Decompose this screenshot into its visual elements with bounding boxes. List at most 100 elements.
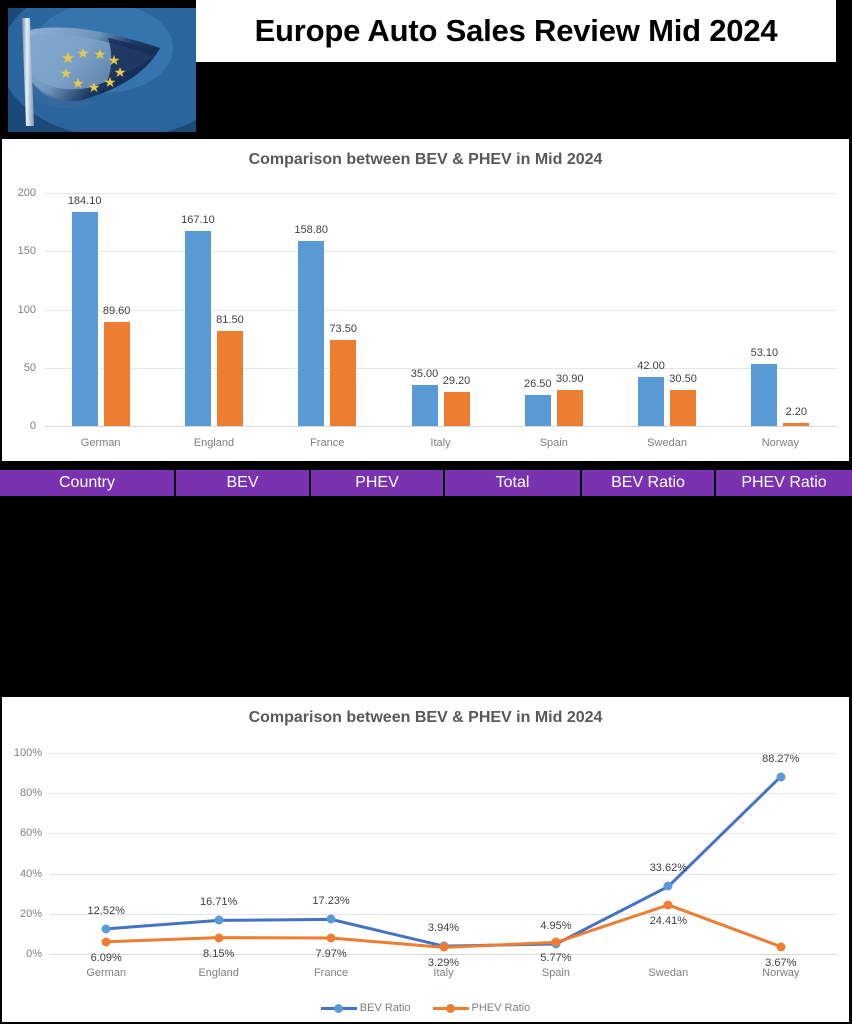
bar-y-tick-label: 50 <box>23 361 36 374</box>
line-chart-series-svg <box>106 775 782 949</box>
line-data-point-phev-ratio-norway[interactable] <box>776 942 786 952</box>
line-data-point-bev-ratio-england[interactable] <box>214 915 224 925</box>
legend-marker-icon <box>320 1003 357 1013</box>
line-value-label: 33.62% <box>649 862 687 875</box>
bar-y-tick-label: 100 <box>17 303 36 316</box>
bar-category-label: Italy <box>430 437 451 449</box>
data-table-header: Country BEV PHEV Total BEV Ratio PHEV Ratio <box>0 470 852 496</box>
line-value-label: 4.95% <box>540 920 572 933</box>
bar-bev-england[interactable] <box>184 231 211 426</box>
line-y-tick-label: 80% <box>19 787 42 800</box>
bar-value-label: 26.50 <box>524 378 552 391</box>
line-data-point-bev-ratio-swedan[interactable] <box>663 881 673 891</box>
bar-y-tick-label: 200 <box>17 187 36 199</box>
table-header-cell-bev-ratio[interactable]: BEV Ratio <box>582 470 716 496</box>
bar-value-label: 158.80 <box>294 223 329 236</box>
line-data-point-phev-ratio-german[interactable] <box>101 937 111 947</box>
table-header-cell-phev-ratio[interactable]: PHEV Ratio <box>716 470 852 496</box>
bar-value-label: 42.00 <box>637 360 665 373</box>
bar-value-label: 167.10 <box>181 214 215 227</box>
bar-value-label: 89.60 <box>102 304 131 317</box>
bar-category-label: Spain <box>539 437 568 449</box>
bar-y-tick-label: 150 <box>17 245 36 258</box>
bar-value-label: 53.10 <box>750 347 779 360</box>
line-data-point-phev-ratio-spain[interactable] <box>551 937 561 947</box>
line-data-point-bev-ratio-german[interactable] <box>101 924 111 934</box>
bar-value-label: 30.50 <box>669 373 697 386</box>
line-category-label: France <box>313 967 349 979</box>
line-data-point-bev-ratio-france[interactable] <box>326 914 336 924</box>
page-title: Europe Auto Sales Review Mid 2024 <box>254 13 778 48</box>
table-header-cell-phev[interactable]: PHEV <box>311 470 445 496</box>
line-category-label: Norway <box>762 967 800 979</box>
line-gridline <box>50 954 837 955</box>
line-data-point-phev-ratio-england[interactable] <box>214 933 224 943</box>
table-header-cell-country[interactable]: Country <box>0 470 176 496</box>
bar-category-label: England <box>193 437 235 449</box>
line-gridline <box>50 833 837 835</box>
bar-bev-norway[interactable] <box>751 364 778 426</box>
bar-category-label: Swedan <box>647 437 687 449</box>
eu-flag-image <box>8 8 196 132</box>
bar-value-label: 35.00 <box>410 368 439 381</box>
line-value-label: 16.71% <box>199 896 238 909</box>
bar-chart-plot-area: 0 50 100 150 200 184.10 89.60 German 167.10 81.50… <box>2 139 849 461</box>
legend-marker-icon <box>432 1003 469 1013</box>
bar-bev-france[interactable] <box>298 240 325 426</box>
line-y-tick-label: 60% <box>19 827 42 840</box>
bar-category-label: Norway <box>761 437 799 449</box>
line-category-label: Swedan <box>648 967 689 979</box>
line-gridline <box>50 913 837 915</box>
line-chart-panel: Comparison between BEV & PHEV in Mid 202… <box>2 697 849 1022</box>
legend-item-phev-ratio[interactable]: PHEV Ratio <box>432 1002 531 1014</box>
line-category-label: Italy <box>433 967 454 979</box>
line-value-label: 88.27% <box>762 752 800 765</box>
bar-value-label: 73.50 <box>329 323 357 336</box>
bar-bev-italy[interactable] <box>411 385 438 426</box>
bar-phev-england[interactable] <box>216 331 243 426</box>
bar-value-label: 2.20 <box>785 406 808 419</box>
line-category-label: Spain <box>541 967 570 979</box>
line-gridline <box>50 793 837 795</box>
line-chart-plot-area: 0% 20% 40% 60% 80% 100% 12.52% 16.71% 17.23% 3.94… <box>2 697 849 1022</box>
bar-y-tick-label: 0 <box>29 420 36 432</box>
line-chart-legend: BEV Ratio PHEV Ratio <box>2 1002 849 1014</box>
line-value-label: 3.94% <box>427 922 460 935</box>
bar-phev-norway[interactable] <box>783 423 810 426</box>
line-data-point-bev-ratio-norway[interactable] <box>776 772 786 782</box>
legend-label: PHEV Ratio <box>471 1002 531 1014</box>
bar-phev-swedan[interactable] <box>670 390 697 426</box>
bar-phev-german[interactable] <box>103 321 130 426</box>
line-y-tick-label: 100% <box>13 747 42 759</box>
bar-bev-spain[interactable] <box>524 395 551 426</box>
bar-value-label: 184.10 <box>67 194 102 207</box>
table-header-cell-bev[interactable]: BEV <box>176 470 311 496</box>
line-value-label: 8.15% <box>203 947 235 960</box>
bar-chart-panel: Comparison between BEV & PHEV in Mid 202… <box>2 139 849 461</box>
bar-bev-german[interactable] <box>71 211 98 426</box>
bar-phev-spain[interactable] <box>556 390 583 426</box>
line-value-label: 5.77% <box>540 952 572 965</box>
line-gridline <box>50 753 837 754</box>
bar-category-label: German <box>80 437 121 449</box>
line-data-point-phev-ratio-italy[interactable] <box>439 942 448 952</box>
bar-category-label: France <box>310 437 345 449</box>
bar-phev-france[interactable] <box>330 340 357 426</box>
line-data-point-phev-ratio-swedan[interactable] <box>663 900 673 910</box>
eu-flag-svg <box>8 8 196 132</box>
bar-gridline <box>44 367 837 369</box>
bar-phev-italy[interactable] <box>443 391 470 426</box>
line-data-point-phev-ratio-france[interactable] <box>326 933 336 943</box>
line-value-label: 12.52% <box>87 904 125 917</box>
line-y-tick-label: 20% <box>19 907 42 920</box>
bar-value-label: 29.20 <box>442 374 471 387</box>
table-header-cell-total[interactable]: Total <box>445 470 582 496</box>
bar-value-label: 81.50 <box>216 314 244 327</box>
line-value-label: 6.09% <box>90 951 122 964</box>
bar-bev-swedan[interactable] <box>638 377 665 426</box>
line-value-label: 7.97% <box>315 947 347 960</box>
bar-gridline <box>44 251 837 253</box>
legend-item-bev-ratio[interactable]: BEV Ratio <box>320 1002 411 1014</box>
bar-value-label: 30.90 <box>556 373 584 385</box>
line-gridline <box>50 873 837 875</box>
